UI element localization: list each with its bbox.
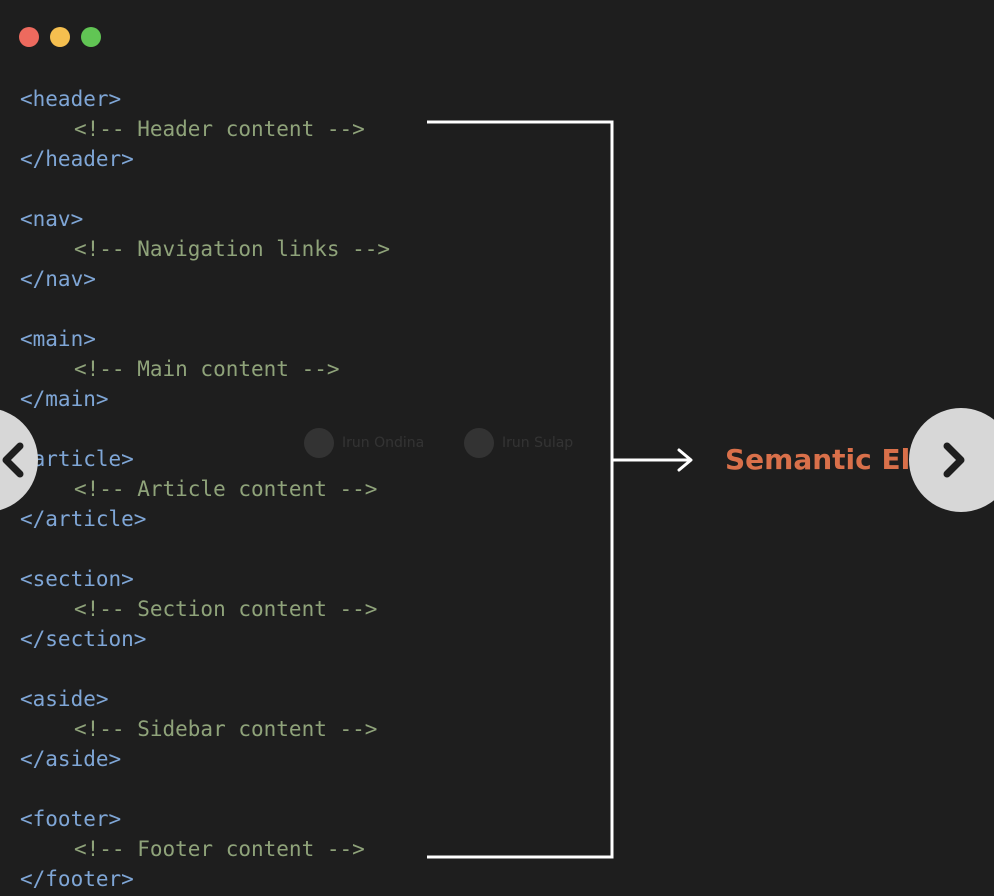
code-screenshot: <header> <!-- Header content --> </header>… [0,0,994,896]
next-slide-button[interactable] [909,408,994,512]
bracket-line [427,120,614,859]
chevron-right-icon [943,442,965,478]
previous-slide-button[interactable] [0,408,38,512]
chevron-left-icon [2,442,24,478]
